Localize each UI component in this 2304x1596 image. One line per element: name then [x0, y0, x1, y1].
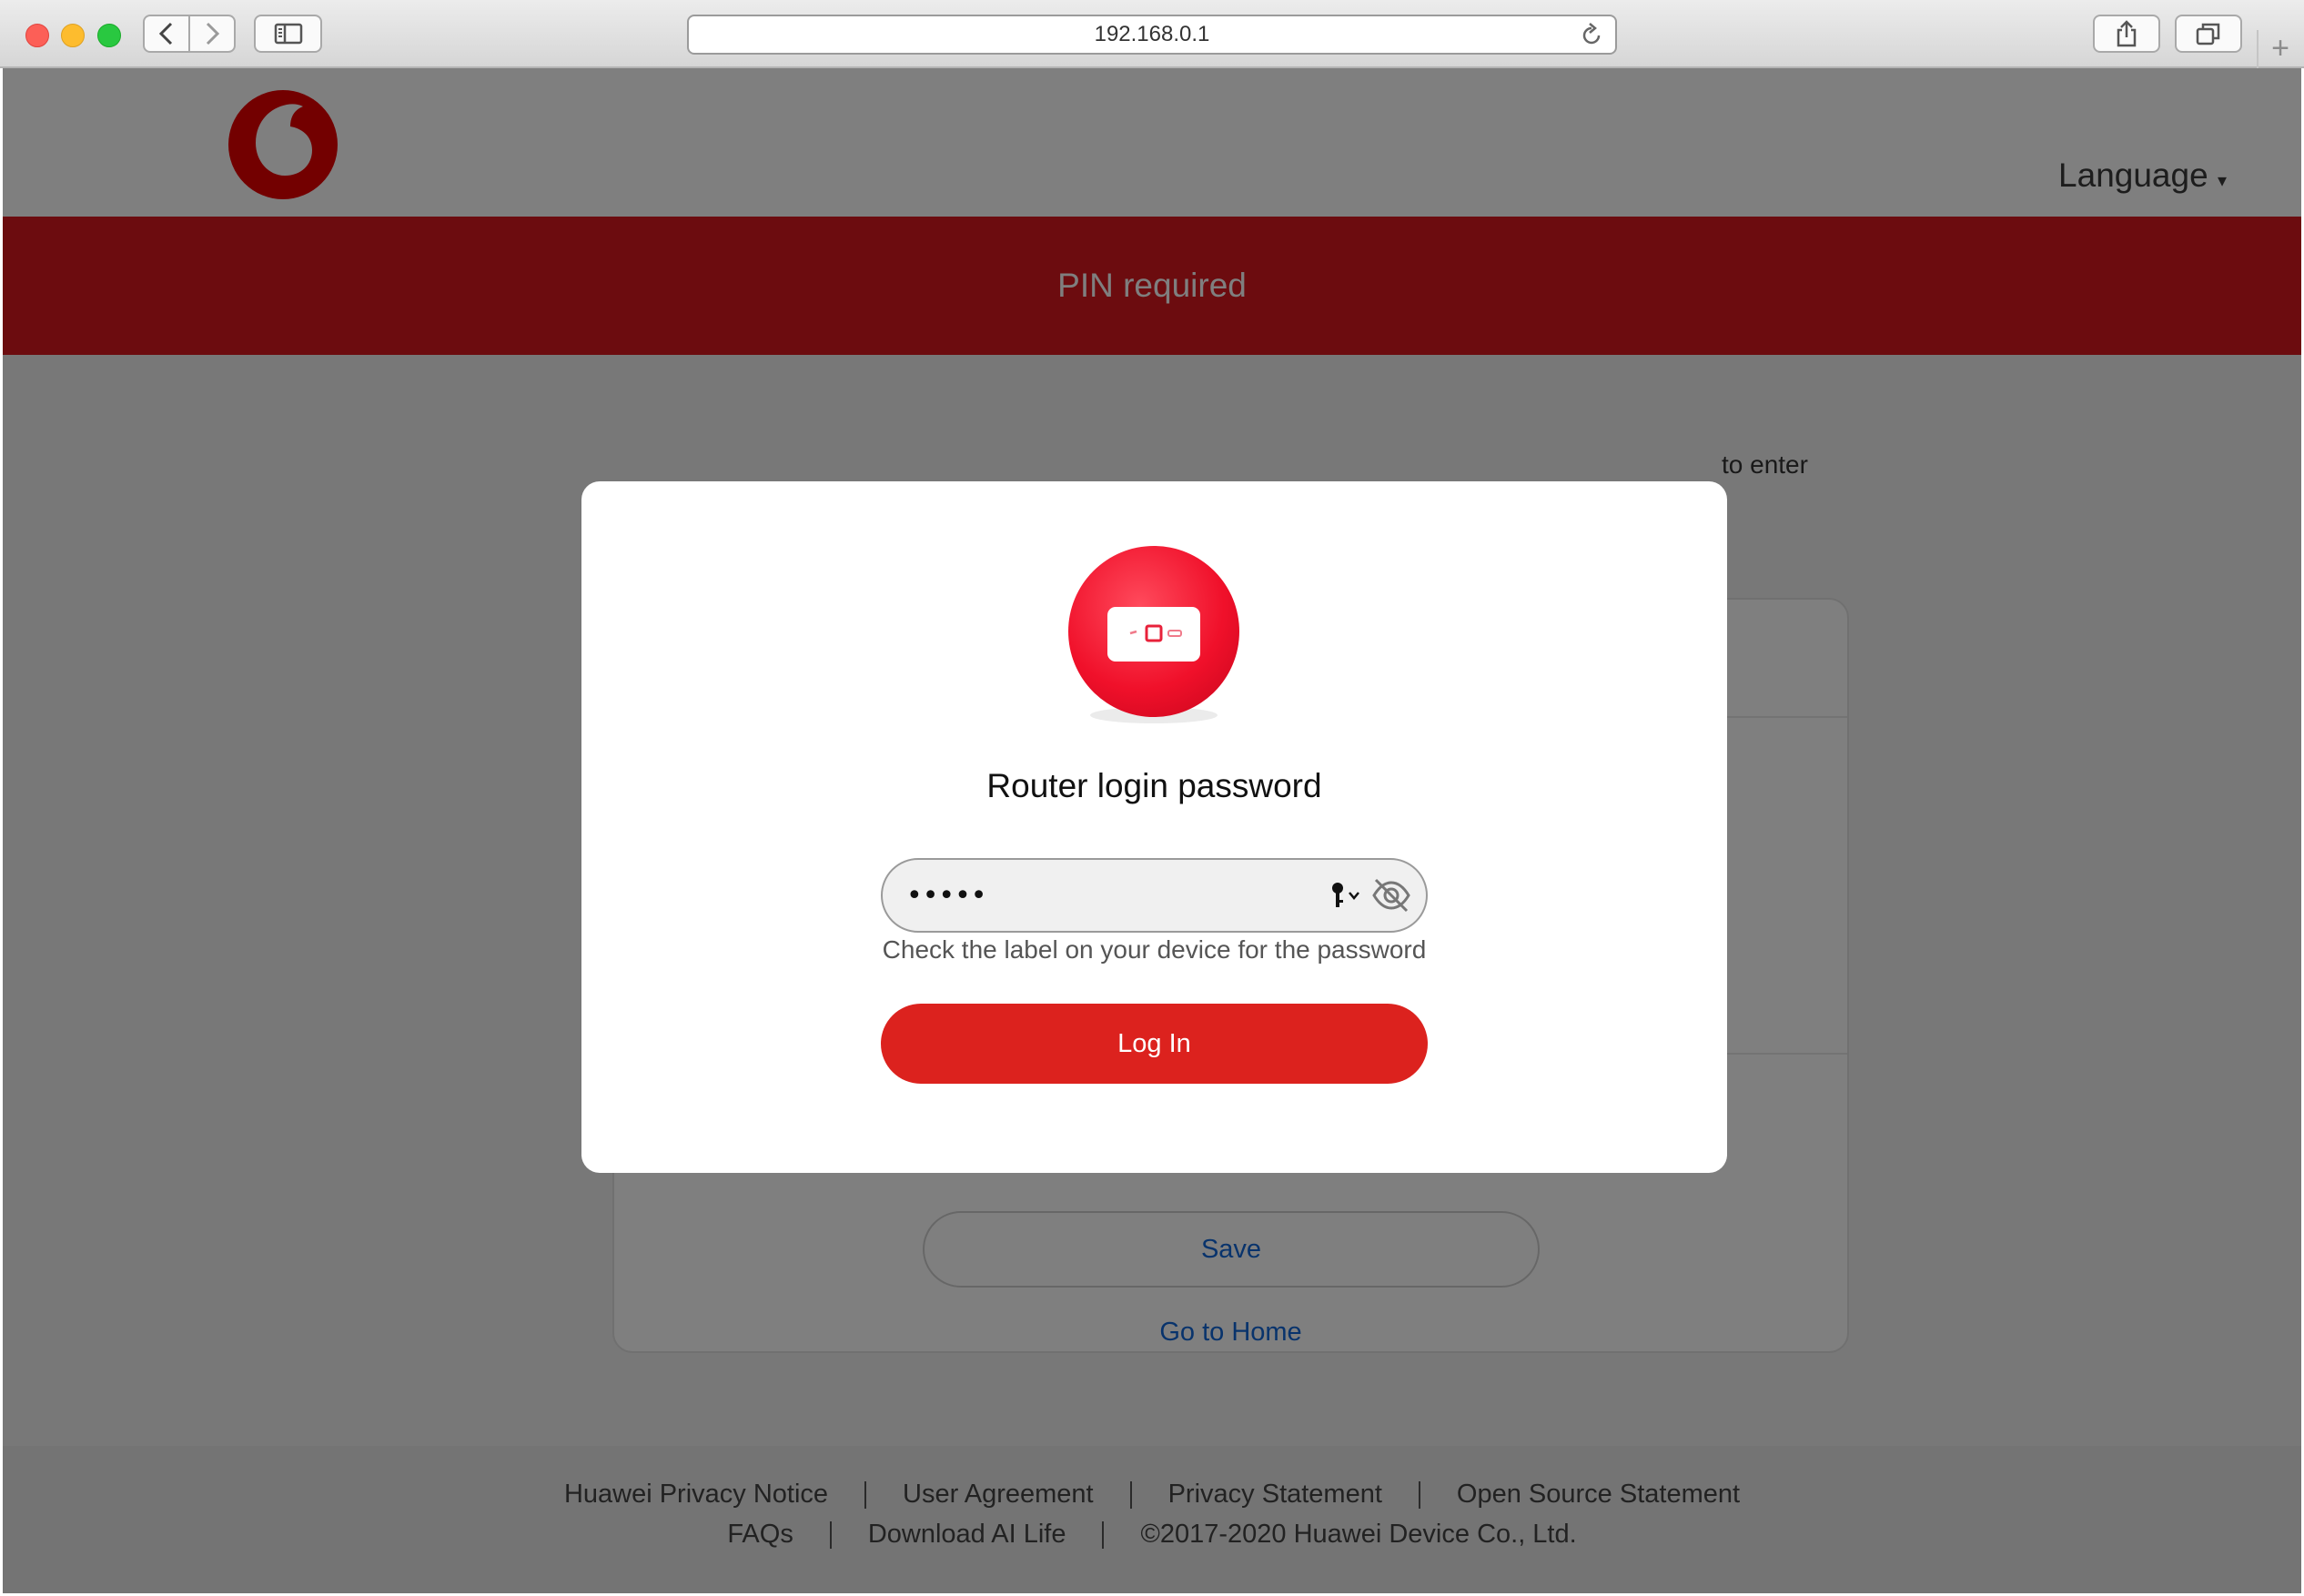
- tabs-icon: [2196, 23, 2220, 45]
- login-button[interactable]: Log In: [881, 1004, 1428, 1084]
- reload-icon[interactable]: [1579, 23, 1604, 48]
- address-bar[interactable]: 192.168.0.1: [687, 15, 1617, 55]
- login-dialog: Router login password Check the label on…: [581, 481, 1727, 1173]
- share-icon: [2117, 20, 2137, 47]
- chevron-left-icon: [158, 22, 173, 45]
- password-field-wrapper: [881, 858, 1428, 933]
- password-hint: Check the label on your device for the p…: [882, 935, 1427, 964]
- tab-overview-button[interactable]: [2175, 15, 2242, 53]
- sidebar-toggle-button[interactable]: [254, 15, 322, 53]
- chevron-right-icon: [206, 22, 220, 45]
- hide-password-eye-icon[interactable]: [1370, 874, 1412, 916]
- sidebar-icon: [274, 23, 302, 45]
- router-icon: [1068, 546, 1239, 723]
- forward-button[interactable]: [188, 15, 236, 53]
- window-close-button[interactable]: [25, 24, 49, 47]
- keychain-key-icon[interactable]: [1327, 880, 1365, 913]
- browser-toolbar: 192.168.0.1 +: [0, 0, 2304, 68]
- password-input[interactable]: [906, 860, 1307, 931]
- url-text: 192.168.0.1: [1094, 22, 1210, 46]
- window-minimize-button[interactable]: [61, 24, 85, 47]
- share-button[interactable]: [2093, 15, 2160, 53]
- web-page: Language ▾ PIN required to enter Save Go…: [3, 68, 2301, 1593]
- new-tab-button[interactable]: +: [2257, 30, 2302, 68]
- browser-window: 192.168.0.1 + Router login password ••••…: [0, 0, 2304, 1596]
- back-button[interactable]: [143, 15, 190, 53]
- dialog-title: Router login password: [986, 767, 1322, 804]
- window-maximize-button[interactable]: [97, 24, 121, 47]
